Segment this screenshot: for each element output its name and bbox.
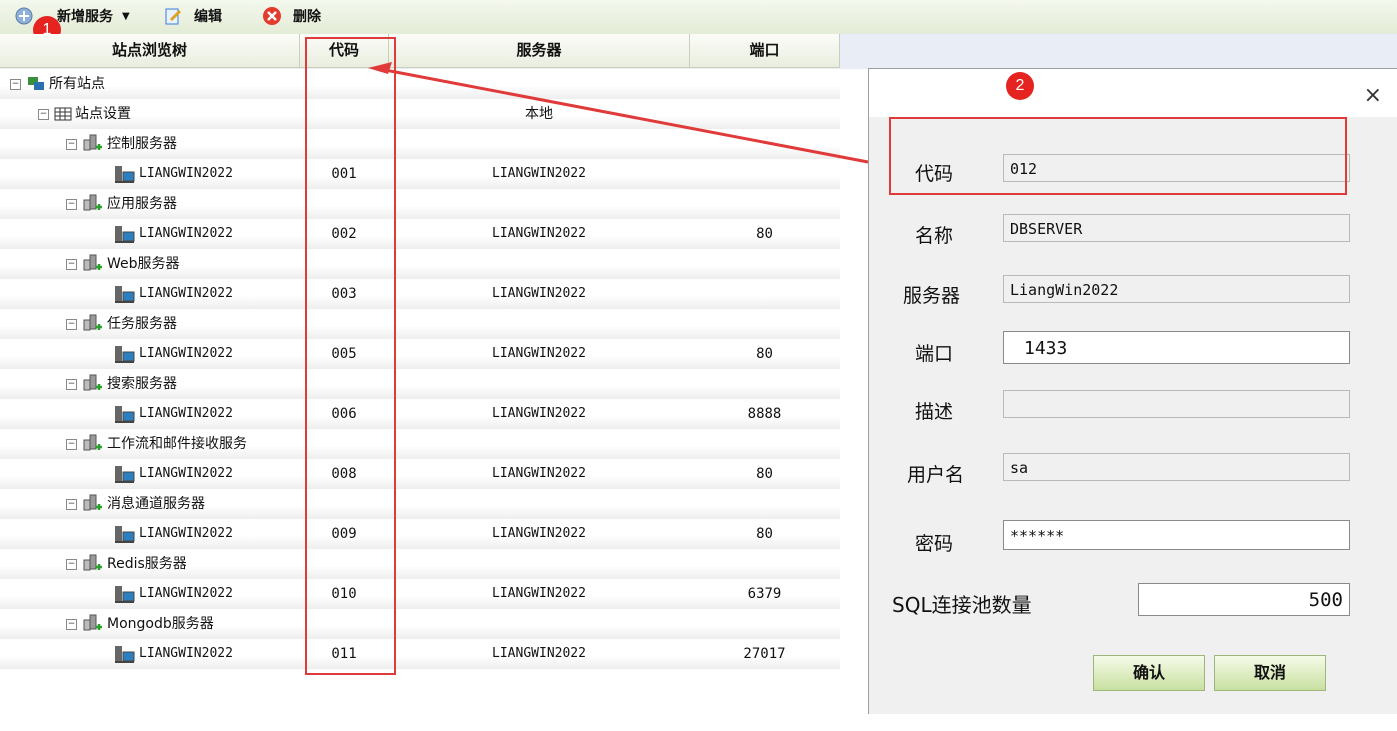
port-label: 端口	[915, 343, 954, 365]
username-field[interactable]: sa	[1003, 453, 1350, 481]
dialog-form: 代码 012 名称 DBSERVER 服务器 LiangWin2022 端口 1…	[869, 117, 1397, 714]
password-field[interactable]: ******	[1003, 520, 1350, 550]
connection-pool-field[interactable]: 500	[1138, 583, 1350, 616]
confirm-button[interactable]: 确认	[1093, 655, 1205, 691]
port-field[interactable]: 1433	[1003, 331, 1350, 364]
username-label: 用户名	[907, 464, 965, 486]
server-field[interactable]: LiangWin2022	[1003, 275, 1350, 303]
server-label: 服务器	[903, 285, 961, 307]
description-field[interactable]	[1003, 390, 1350, 418]
annotation-code-field-box	[889, 117, 1347, 195]
annotation-badge-2: 2	[1006, 72, 1034, 100]
cancel-button[interactable]: 取消	[1214, 655, 1326, 691]
connection-pool-label: SQL连接池数量	[892, 593, 1032, 617]
description-label: 描述	[915, 401, 954, 423]
name-field[interactable]: DBSERVER	[1003, 214, 1350, 242]
name-label: 名称	[915, 225, 954, 247]
password-label: 密码	[915, 533, 954, 555]
close-icon[interactable]: ×	[1364, 83, 1382, 108]
